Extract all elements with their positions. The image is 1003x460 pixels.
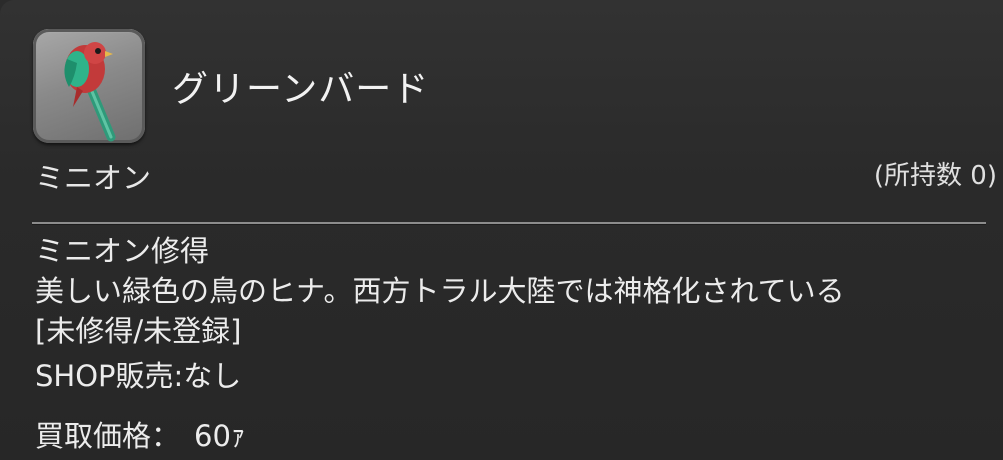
acquisition-status: [未修得/未登録] [35, 314, 242, 348]
item-tooltip: グリーンバード ミニオン (所持数 0) ミニオン修得 美しい緑色の鳥のヒナ。西… [0, 0, 1003, 460]
sell-price-label: 買取価格： [35, 419, 181, 453]
item-icon-frame [33, 29, 145, 143]
item-name: グリーンバード [172, 69, 430, 110]
item-description: 美しい緑色の鳥のヒナ。西方トラル大陸では神格化されている [35, 274, 845, 308]
shop-availability: SHOP販売:なし [35, 359, 242, 393]
green-bird-minion-icon [64, 42, 116, 142]
item-category: ミニオン [35, 161, 152, 195]
owned-count: (所持数 0) [873, 161, 997, 191]
item-effect: ミニオン修得 [35, 234, 210, 268]
divider [32, 222, 986, 224]
sell-price: 買取価格： 60ｧ [35, 413, 245, 455]
sell-price-value: 60ｧ [194, 419, 246, 453]
